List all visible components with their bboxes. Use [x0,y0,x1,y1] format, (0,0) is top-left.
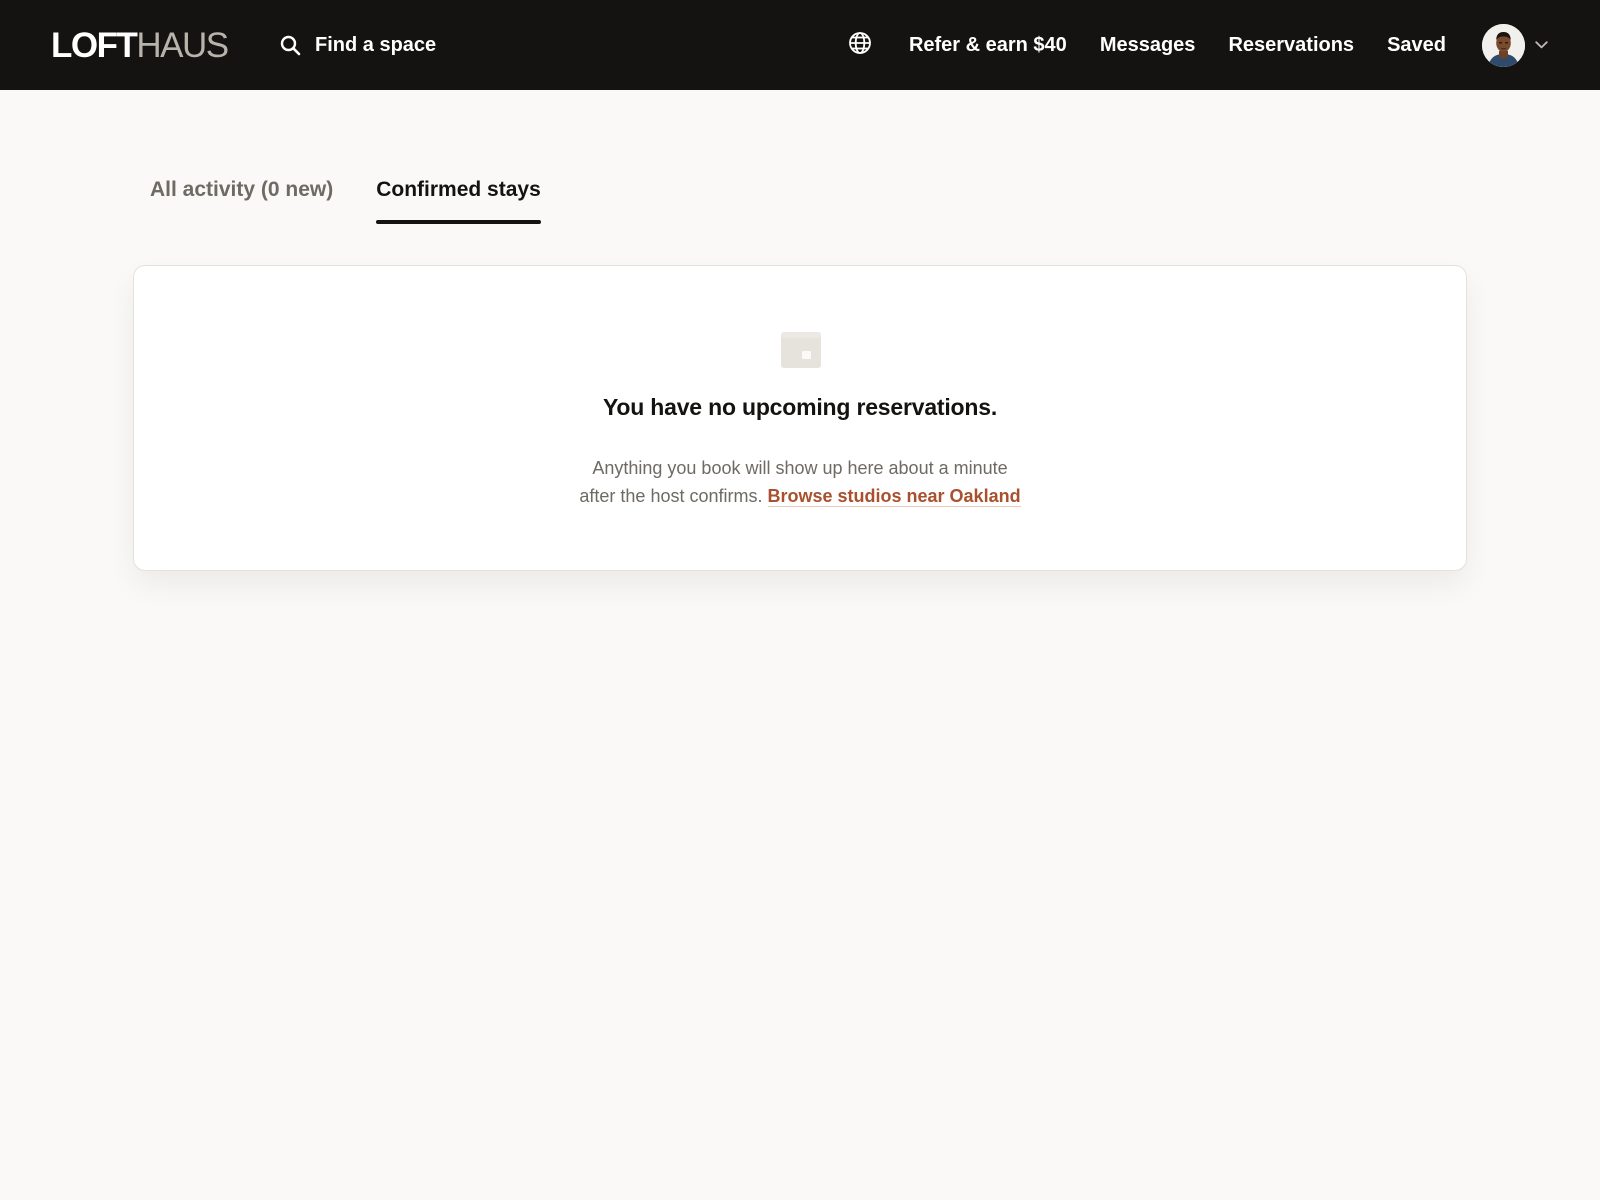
globe-icon [848,31,872,60]
activity-tabs: All activity (0 new) Confirmed stays [150,178,541,224]
search-icon [280,35,301,56]
empty-state-line-1: Anything you book will show up here abou… [592,458,1008,478]
empty-box-icon [781,332,821,368]
empty-state-card: You have no upcoming reservations. Anyth… [133,265,1467,571]
language-selector-button[interactable] [845,30,875,60]
empty-state-description: Anything you book will show up here abou… [134,454,1466,510]
tab-confirmed-stays[interactable]: Confirmed stays [376,178,541,224]
messages-link[interactable]: Messages [1100,34,1196,57]
tab-all-activity[interactable]: All activity (0 new) [150,178,333,222]
empty-state-line-2: after the host confirms. [579,486,763,506]
saved-link[interactable]: Saved [1387,34,1446,57]
search-label: Find a space [315,33,437,56]
find-a-space-search[interactable]: Find a space [280,27,436,63]
top-navigation-bar: LOFTHAUS Find a space Refer & earn $40 [0,0,1600,90]
profile-menu-button[interactable] [1482,23,1548,67]
refer-and-earn-link[interactable]: Refer & earn $40 [909,34,1067,57]
header-nav-links: Refer & earn $40 Messages Reservations S… [845,0,1548,90]
lofthaus-logo[interactable]: LOFT HAUS [51,25,229,65]
logo-text-secondary: HAUS [136,25,229,65]
empty-state-title: You have no upcoming reservations. [602,394,998,420]
logo-text-primary: LOFT [51,25,138,65]
avatar [1482,23,1525,67]
browse-studios-link[interactable]: Browse studios near Oakland [767,486,1021,507]
reservations-link[interactable]: Reservations [1228,34,1354,57]
chevron-down-icon [1535,41,1548,49]
